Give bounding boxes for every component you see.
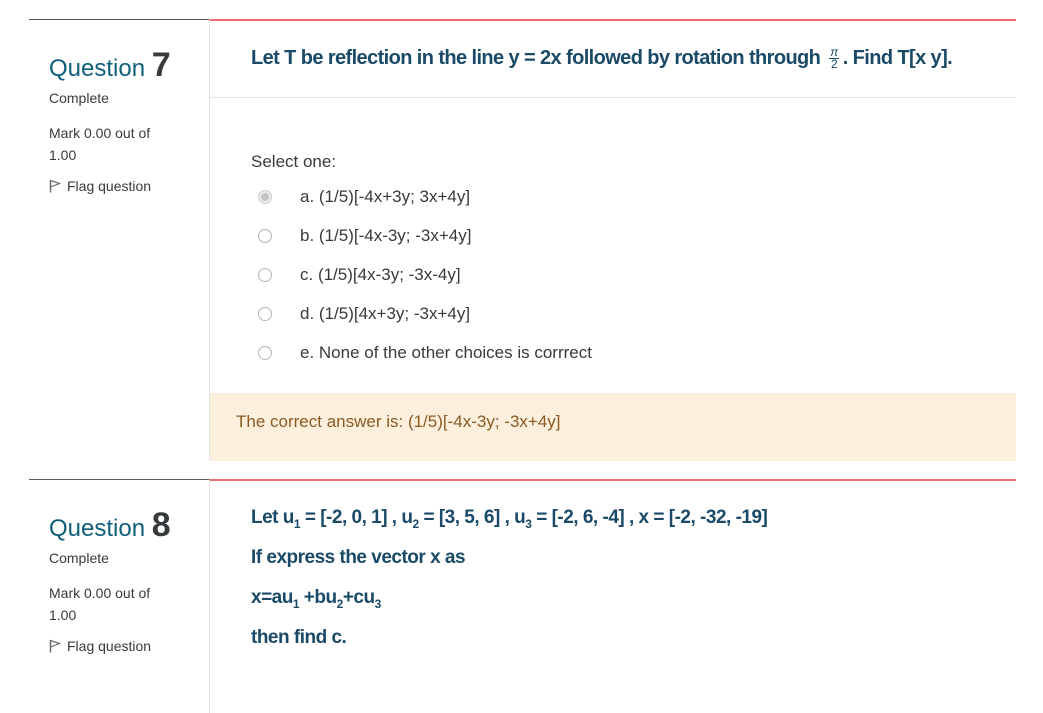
question-info: Question 8 Complete Mark 0.00 out of 1.0… <box>29 479 209 713</box>
text-part: = [-2, 6, -4] , x = [-2, -32, -19] <box>531 507 768 528</box>
option-label: d. (1/5)[4x+3y; -3x+4y] <box>300 304 471 323</box>
flag-label: Flag question <box>67 638 152 654</box>
text-part: +bu <box>299 587 337 608</box>
radio-button-d[interactable] <box>258 307 272 321</box>
question-text-box: Let T be reflection in the line y = 2x f… <box>210 21 1016 98</box>
question-7: Question 7 Complete Mark 0.00 out of 1.0… <box>0 0 1043 461</box>
question-text-line-4: then find c. <box>251 627 347 648</box>
option-label: c. (1/5)[4x-3y; -3x-4y] <box>300 265 461 284</box>
question-label: Question <box>49 55 146 82</box>
correct-answer-text: The correct answer is: (1/5)[-4x-3y; -3x… <box>236 412 561 431</box>
flag-icon <box>49 639 61 653</box>
answer-option-a[interactable]: a. (1/5)[-4x+3y; 3x+4y] <box>258 185 470 209</box>
radio-button-e[interactable] <box>258 346 272 360</box>
question-content: Let T be reflection in the line y = 2x f… <box>209 19 1016 461</box>
question-grade: Mark 0.00 out of 1.00 <box>49 585 151 623</box>
flag-question-link[interactable]: Flag question <box>49 178 151 194</box>
option-label: e. None of the other choices is corrrect <box>300 343 592 362</box>
question-text-part: Let T be reflection in the line y = 2x f… <box>251 47 821 69</box>
question-text-line-2: If express the vector x as <box>251 547 466 568</box>
flag-icon <box>49 179 61 193</box>
subscript: 3 <box>374 596 382 611</box>
question-state: Complete <box>49 550 109 566</box>
question-content: Let u1 = [-2, 0, 1] , u2 = [3, 5, 6] , u… <box>209 479 1016 713</box>
question-label: Question <box>49 515 146 542</box>
flag-question-link[interactable]: Flag question <box>49 638 151 654</box>
option-label: b. (1/5)[-4x-3y; -3x+4y] <box>300 226 472 245</box>
question-number-value: 8 <box>151 506 171 544</box>
question-number: Question 7 <box>49 46 171 85</box>
question-text-part: . Find T[x y]. <box>842 47 953 69</box>
question-text-line-3: x=au1 +bu2+cu3 <box>251 587 381 611</box>
text-part: +cu <box>342 587 375 608</box>
question-info: Question 7 Complete Mark 0.00 out of 1.0… <box>29 19 209 460</box>
question-grade: Mark 0.00 out of 1.00 <box>49 125 151 163</box>
text-part: Let u <box>251 507 294 528</box>
text-part: = [-2, 0, 1] , u <box>300 507 413 528</box>
flag-label: Flag question <box>67 178 152 194</box>
radio-button-c[interactable] <box>258 268 272 282</box>
question-text: Let T be reflection in the line y = 2x f… <box>251 46 953 72</box>
option-label: a. (1/5)[-4x+3y; 3x+4y] <box>300 187 471 206</box>
fraction-denominator: 2 <box>830 57 838 72</box>
answer-option-c[interactable]: c. (1/5)[4x-3y; -3x-4y] <box>258 263 461 287</box>
question-number-value: 7 <box>151 46 171 84</box>
question-state: Complete <box>49 90 109 106</box>
text-part: x=au <box>251 587 293 608</box>
radio-button-b[interactable] <box>258 229 272 243</box>
select-one-prompt: Select one: <box>251 152 337 171</box>
question-text-line-1: Let u1 = [-2, 0, 1] , u2 = [3, 5, 6] , u… <box>251 507 768 531</box>
answer-option-e[interactable]: e. None of the other choices is corrrect <box>258 341 592 365</box>
answer-option-d[interactable]: d. (1/5)[4x+3y; -3x+4y] <box>258 302 470 326</box>
radio-button-a[interactable] <box>258 190 272 204</box>
pi-over-2-fraction: π 2 <box>829 46 839 72</box>
feedback-box: The correct answer is: (1/5)[-4x-3y; -3x… <box>210 393 1016 461</box>
text-part: = [3, 5, 6] , u <box>418 507 526 528</box>
answer-option-b[interactable]: b. (1/5)[-4x-3y; -3x+4y] <box>258 224 471 248</box>
question-8: Question 8 Complete Mark 0.00 out of 1.0… <box>0 460 1043 713</box>
question-number: Question 8 <box>49 506 171 545</box>
